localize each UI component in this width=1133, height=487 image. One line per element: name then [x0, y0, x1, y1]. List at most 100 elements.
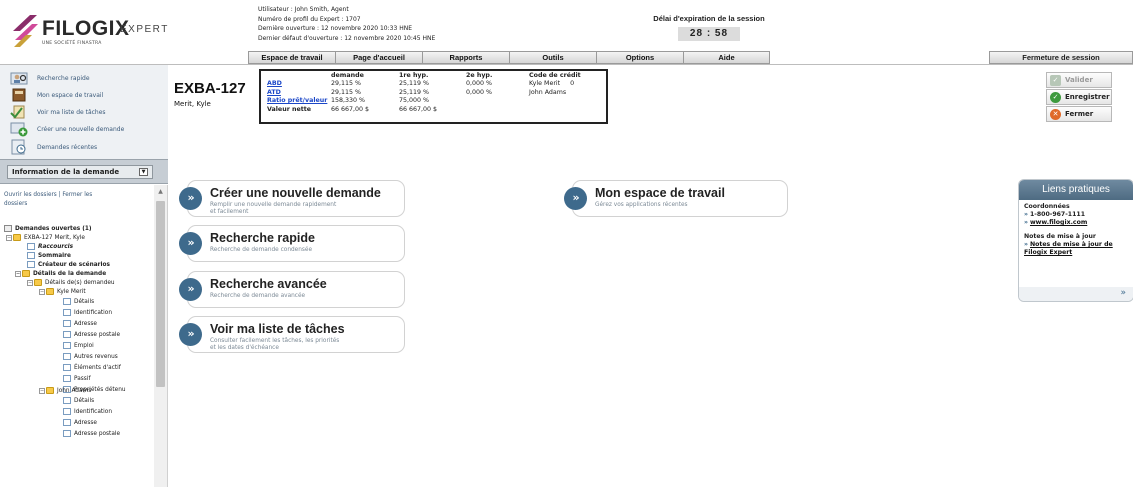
- contact-label: Coordonnées: [1024, 203, 1070, 210]
- deal-name: Merit, Kyle: [174, 100, 211, 108]
- quick-search-label: Recherche rapide: [37, 74, 90, 82]
- scrollbar-thumb[interactable]: [156, 201, 165, 387]
- collapse-icon[interactable]: −: [27, 279, 33, 286]
- folder-controls-separator: |: [58, 192, 61, 198]
- abd-link[interactable]: ABD: [267, 80, 327, 88]
- atd-link[interactable]: ATD: [267, 89, 327, 97]
- tree-applicant-kyle[interactable]: − Kyle Merit: [39, 287, 86, 296]
- task-list-link[interactable]: Voir ma liste de tâches: [9, 104, 106, 120]
- folder-open-icon: [22, 270, 30, 277]
- tree-item-label: Identification: [74, 408, 113, 415]
- add-document-icon: [9, 121, 29, 137]
- tree-applicants[interactable]: − Détails de(s) demandeu: [27, 278, 115, 287]
- tab-home[interactable]: Page d'accueil: [335, 51, 422, 64]
- tree-scenario-builder[interactable]: Créateur de scénarios: [27, 260, 110, 269]
- tab-options[interactable]: Options: [596, 51, 683, 64]
- tree-john-item[interactable]: Détails: [63, 396, 94, 405]
- tree-kyle-item[interactable]: Emploi: [63, 341, 94, 350]
- tree-scrollbar[interactable]: ▲: [154, 185, 167, 487]
- book-icon: [9, 87, 29, 103]
- tree-kyle-item[interactable]: Détails: [63, 297, 94, 306]
- request-info-header: Information de la demande ▼: [0, 159, 168, 184]
- tree-john-item[interactable]: Identification: [63, 407, 112, 416]
- validate-label: Valider: [1065, 76, 1093, 84]
- tree-applicants-label: Détails de(s) demandeu: [45, 279, 115, 286]
- request-info-label: Information de la demande: [12, 168, 120, 176]
- recent-requests-link[interactable]: Demandes récentes: [9, 139, 97, 155]
- page-icon: [63, 375, 71, 382]
- deal-id: EXBA-127: [174, 80, 246, 97]
- website-link[interactable]: www.filogix.com: [1030, 219, 1087, 226]
- tree-kyle-item[interactable]: Adresse postale: [63, 330, 120, 339]
- my-workspace-link[interactable]: Mon espace de travail: [9, 87, 103, 103]
- session-timer: 28 : 58: [678, 27, 740, 41]
- tree-kyle-item[interactable]: Passif: [63, 374, 90, 383]
- card-subtitle: Remplir une nouvelle demande rapidement e…: [210, 202, 337, 215]
- new-request-card[interactable]: » Créer une nouvelle demande Remplir une…: [179, 180, 405, 217]
- new-request-link[interactable]: Créer une nouvelle demande: [9, 121, 124, 137]
- tree-john-item[interactable]: Adresse postale: [63, 429, 120, 438]
- quick-search-link[interactable]: Recherche rapide: [9, 70, 90, 86]
- net-first: 66 667,00 $: [399, 105, 438, 113]
- release-notes-link-2[interactable]: Filogix Expert: [1024, 249, 1072, 256]
- release-notes-link[interactable]: Notes de mise à jour de: [1030, 241, 1113, 248]
- collapse-icon[interactable]: −: [39, 387, 45, 394]
- demande-column: demande 29,115 % 29,115 % 158,330 % 66 6…: [331, 72, 369, 114]
- tree-kyle-item[interactable]: Éléments d'actif: [63, 363, 121, 372]
- more-links-icon[interactable]: »: [1120, 288, 1126, 298]
- chevron-down-icon: ▼: [139, 168, 148, 176]
- double-chevron-right-icon: »: [179, 232, 202, 255]
- collapse-icon[interactable]: −: [6, 234, 12, 241]
- tree-open-requests-label: Demandes ouvertes (1): [15, 225, 92, 232]
- save-button[interactable]: ✓ Enregistrer: [1046, 89, 1112, 105]
- double-chevron-right-icon: »: [179, 278, 202, 301]
- close-folders-link-2[interactable]: dossiers: [4, 201, 27, 207]
- tab-workspace[interactable]: Espace de travail: [248, 51, 335, 64]
- close-folders-link[interactable]: Fermer les: [62, 192, 92, 198]
- tree-kyle-item[interactable]: Autres revenus: [63, 352, 118, 361]
- tree-shortcuts[interactable]: Raccourcis: [27, 242, 73, 251]
- page-icon: [27, 261, 35, 268]
- tree-kyle-item[interactable]: Adresse: [63, 319, 97, 328]
- folder-open-icon: [34, 279, 42, 286]
- col-demande: demande: [331, 72, 364, 79]
- logout-button[interactable]: Fermeture de session: [989, 51, 1133, 64]
- tree-applicant2-label: John Adams: [57, 387, 92, 394]
- tree-deal[interactable]: − EXBA-127 Merit, Kyle: [6, 233, 85, 242]
- useful-links-body: Coordonnées » 1-800-967-1111 » www.filog…: [1019, 200, 1133, 260]
- collapse-icon[interactable]: −: [39, 288, 45, 295]
- folder-icon: [4, 225, 12, 232]
- close-label: Fermer: [1065, 110, 1094, 118]
- my-workspace-card[interactable]: » Mon espace de travail Gérez vos applic…: [564, 180, 788, 217]
- collapse-icon[interactable]: −: [15, 270, 21, 277]
- open-folders-link[interactable]: Ouvrir les dossiers: [4, 192, 57, 198]
- close-button[interactable]: ✕ Fermer: [1046, 106, 1112, 122]
- tree-item-label: Adresse: [74, 320, 97, 327]
- brand-tagline: UNE SOCIÉTÉ FINASTRA: [42, 41, 102, 46]
- tree-john-item[interactable]: Adresse: [63, 418, 97, 427]
- tree-open-requests[interactable]: Demandes ouvertes (1): [4, 224, 92, 233]
- second-mortgage-column: 2e hyp. 0,000 % 0,000 %: [466, 72, 492, 97]
- atd-second: 0,000 %: [466, 88, 493, 96]
- tab-tools[interactable]: Outils: [509, 51, 596, 64]
- tree-kyle-item[interactable]: Identification: [63, 308, 112, 317]
- tab-help[interactable]: Aide: [683, 51, 770, 64]
- tab-reports[interactable]: Rapports: [422, 51, 509, 64]
- scroll-up-icon[interactable]: ▲: [156, 188, 165, 197]
- last-failed-line: Dernier défaut d'ouverture : 12 novembre…: [258, 34, 436, 42]
- brand-name: FILOGIX: [42, 17, 130, 40]
- quick-search-card[interactable]: » Recherche rapide Recherche de demande …: [179, 225, 405, 262]
- ltv-link[interactable]: Ratio prêt/valeur: [267, 97, 327, 105]
- tree-summary[interactable]: Sommaire: [27, 251, 71, 260]
- page-icon: [63, 298, 71, 305]
- advanced-search-card[interactable]: » Recherche avancée Recherche de demande…: [179, 271, 405, 308]
- task-list-card[interactable]: » Voir ma liste de tâches Consulter faci…: [179, 316, 405, 353]
- tree-request-details[interactable]: − Détails de la demande: [15, 269, 106, 278]
- filogix-logo[interactable]: FILOGIX EXPERT UNE SOCIÉTÉ FINASTRA: [4, 14, 174, 54]
- close-icon: ✕: [1050, 108, 1061, 120]
- tree-applicant-john[interactable]: − John Adams: [39, 386, 91, 395]
- request-info-dropdown[interactable]: Information de la demande ▼: [7, 165, 153, 179]
- col-credit: Code de crédit: [529, 72, 581, 79]
- validate-button[interactable]: ✓ Valider: [1046, 72, 1112, 88]
- atd-demande: 29,115 %: [331, 88, 362, 96]
